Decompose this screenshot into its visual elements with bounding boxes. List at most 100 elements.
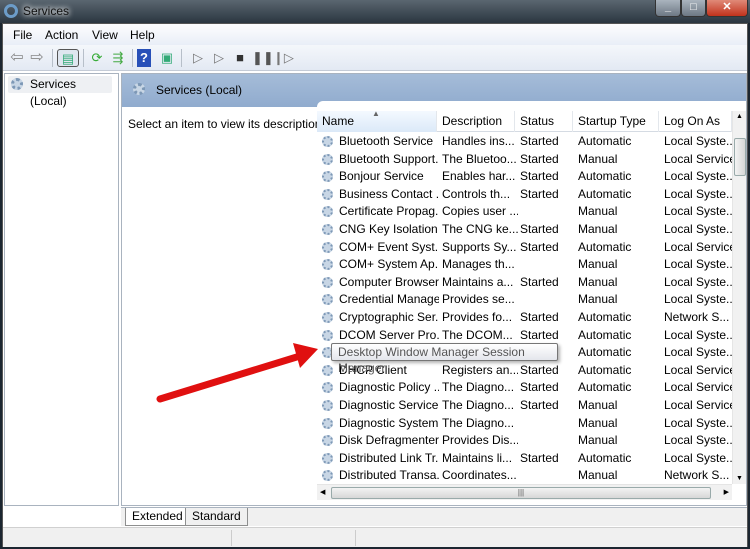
horizontal-scroll-thumb[interactable]: ||| [331,487,711,499]
panel-title: Services (Local) [156,83,243,97]
cell-startup-type: Manual [578,151,618,166]
back-icon[interactable]: ⇦ [8,49,26,67]
cell-startup-type: Automatic [578,327,632,342]
gear-icon [133,83,145,95]
table-row[interactable]: Diagnostic Policy ... The Diagno... Starte… [317,379,732,397]
horizontal-scrollbar[interactable]: ◀ ||| ▶ [317,484,732,500]
maximize-button[interactable]: □ [681,0,706,17]
column-header-description[interactable]: Description [437,111,515,132]
start-service-alt-icon[interactable]: ▷ [210,49,228,67]
table-row[interactable]: Bonjour Service Enables har... Started Auto… [317,168,732,186]
cell-description: Provides Dis... [442,433,518,448]
menu-action[interactable]: Action [45,28,78,42]
cell-log-on-as: Local Syste... [664,134,732,148]
service-gear-icon [322,400,333,411]
service-gear-icon [322,470,333,482]
scroll-right-icon[interactable]: ▶ [724,488,729,496]
gear-icon [11,78,23,90]
cell-name: Bonjour Service [339,169,424,184]
cell-description: Enables har... [442,169,516,184]
status-bar [3,527,747,547]
table-row[interactable]: CNG Key Isolation The CNG ke... Started Man… [317,221,732,239]
sort-ascending-icon: ▲ [372,109,380,118]
table-row[interactable]: Computer Browser Maintains a... Started Man… [317,274,732,292]
table-row[interactable]: Bluetooth Support... The Bluetoo... Starte… [317,151,732,169]
scroll-down-icon[interactable]: ▼ [736,475,743,482]
table-row[interactable]: Distributed Link Tr... Maintains li... Sta… [317,450,732,468]
close-button[interactable]: ✕ [706,0,748,17]
cell-name: COM+ System Ap... [339,257,439,272]
cell-startup-type: Automatic [578,310,632,324]
cell-log-on-as: Local Syste... [664,292,732,307]
cell-description: Controls th... [442,186,511,201]
cell-log-on-as: Local Syste... [664,433,732,448]
refresh-icon[interactable]: ⟳ [88,49,106,67]
table-row[interactable]: Diagnostic Service... The Diagno... Starte… [317,397,732,415]
cell-startup-type: Manual [578,415,618,430]
column-header-status[interactable]: Status [515,111,573,132]
cell-log-on-as: Network S... [664,468,730,483]
service-gear-icon [322,171,333,183]
scroll-up-icon[interactable]: ▲ [736,113,743,120]
resume-service-icon[interactable]: ❙▷ [273,49,294,67]
menu-view[interactable]: View [92,28,118,42]
service-gear-icon [322,329,333,341]
cell-description: Registers an... [442,362,518,377]
cell-startup-type: Automatic [578,362,632,377]
vertical-scroll-thumb[interactable] [734,138,746,176]
cell-startup-type: Automatic [578,186,632,201]
table-row[interactable]: Disk Defragmenter Provides Dis... Manual Lo… [317,432,732,450]
help-icon[interactable]: ? [137,49,151,67]
table-row[interactable]: COM+ System Ap... Manages th... Manual Loca… [317,256,732,274]
cell-startup-type: Manual [578,274,618,289]
services-window: File Action View Help ⇦ ⇨ ▤ ⟳ ⇶ ? ▣ ▷ ▷ … [2,23,748,547]
tab-extended[interactable]: Extended [125,508,190,526]
status-divider [355,530,356,546]
column-header-log-on-as[interactable]: Log On As [659,111,732,132]
tree-item-services-local[interactable]: Services (Local) [8,76,112,108]
cell-log-on-as: Local Syste... [664,169,732,184]
table-row[interactable]: Diagnostic System... The Diagno... Manual L… [317,415,732,433]
column-header-name[interactable]: Name ▲ [317,109,437,132]
table-row[interactable]: COM+ Event Syst... Supports Sy... Started A… [317,239,732,257]
table-row[interactable]: Credential Manager Provides se... Manual Lo… [317,291,732,309]
show-hide-console-tree-icon[interactable]: ▤ [57,49,79,67]
cell-startup-type: Manual [578,292,618,307]
menu-help[interactable]: Help [130,28,155,42]
cell-status: Started [520,151,559,166]
column-header-startup-type[interactable]: Startup Type [573,111,659,132]
menu-file[interactable]: File [13,28,32,42]
table-row[interactable]: Cryptographic Ser... Provides fo... Starte… [317,309,732,327]
cell-startup-type: Automatic [578,169,632,184]
export-list-icon[interactable]: ⇶ [109,49,127,67]
forward-icon[interactable]: ⇨ [28,49,46,67]
cell-status: Started [520,274,559,289]
minimize-button[interactable]: _ [655,0,681,17]
cell-status: Started [520,186,559,201]
cell-status: Started [520,169,559,184]
cell-status: Started [520,380,559,395]
start-service-icon[interactable]: ▷ [189,49,207,67]
cell-startup-type: Manual [578,204,618,219]
table-row[interactable]: Business Contact ... Controls th... Starte… [317,186,732,204]
vertical-scrollbar[interactable]: ▲ ▼ [732,111,746,484]
table-row[interactable]: Certificate Propag... Copies user ... Manu… [317,203,732,221]
table-row[interactable]: DCOM Server Pro... The DCOM... Started Auto… [317,327,732,345]
scroll-left-icon[interactable]: ◀ [320,488,325,496]
cell-description: Provides fo... [442,310,513,324]
service-gear-icon [322,452,333,464]
properties-icon[interactable]: ▣ [158,49,176,67]
table-row[interactable]: Bluetooth Service Handles ins... Started Au… [317,133,732,151]
service-gear-icon [322,188,333,200]
pause-service-icon[interactable]: ❚❚ [252,49,274,67]
description-text: Select an item to view its description. [128,117,325,131]
cell-description: Provides se... [442,292,515,307]
stop-service-icon[interactable]: ■ [231,49,249,67]
service-gear-icon [322,435,333,447]
column-label: Name [322,114,355,128]
window-title: Services [23,4,70,18]
toolbar-separator [181,49,182,67]
tab-standard[interactable]: Standard [185,508,248,526]
table-row[interactable]: Distributed Transa... Coordinates... Manua… [317,467,732,485]
cell-status: Started [520,134,559,148]
